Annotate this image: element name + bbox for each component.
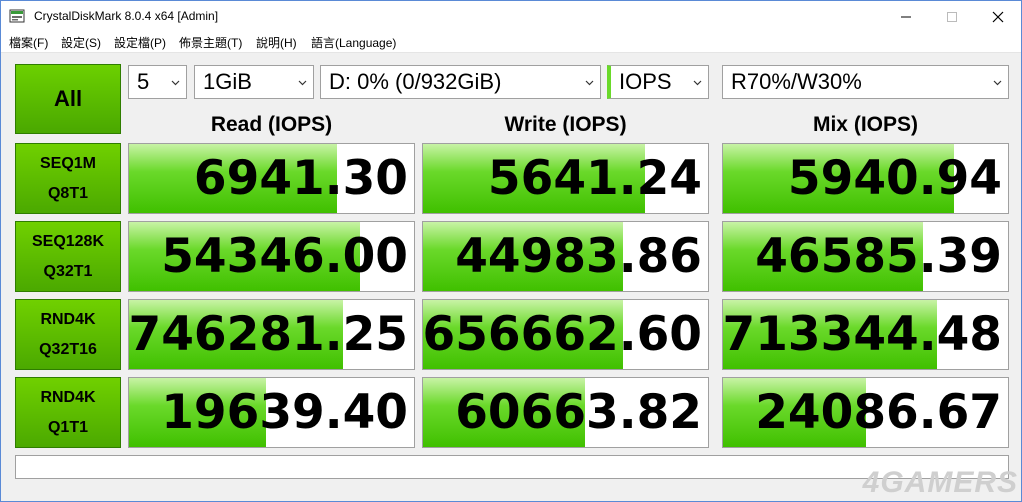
test-button-seq1m-q8t1[interactable]: SEQ1M Q8T1 — [15, 143, 121, 214]
result-mix: 713344.48 — [722, 299, 1009, 370]
result-value: 656662.60 — [422, 307, 702, 362]
test-queue: Q32T16 — [39, 340, 97, 358]
menu-settings[interactable]: 設定(S) — [61, 34, 101, 51]
menu-profile[interactable]: 設定檔(P) — [114, 34, 166, 51]
result-value: 6941.30 — [193, 151, 408, 206]
result-read: 54346.00 — [128, 221, 415, 292]
test-name: SEQ1M — [39, 154, 96, 172]
result-value: 46585.39 — [755, 229, 1002, 284]
test-button-rnd4k-q32t16[interactable]: RND4K Q32T16 — [15, 299, 121, 370]
mix-ratio-select[interactable]: R70%/W30% — [722, 65, 1009, 99]
test-queue: Q32T1 — [43, 262, 93, 280]
test-name: RND4K — [40, 388, 96, 406]
menu-file[interactable]: 檔案(F) — [9, 34, 48, 51]
menu-language[interactable]: 語言(Language) — [311, 34, 396, 51]
result-read: 6941.30 — [128, 143, 415, 214]
result-value: 5641.24 — [487, 151, 702, 206]
result-value: 44983.86 — [455, 229, 702, 284]
minimize-button[interactable] — [883, 1, 929, 32]
result-read: 746281.25 — [128, 299, 415, 370]
result-value: 24086.67 — [755, 385, 1002, 440]
result-write: 60663.82 — [422, 377, 709, 448]
result-write: 5641.24 — [422, 143, 709, 214]
test-size-value: 1GiB — [203, 69, 252, 94]
crystaldiskmark-app-icon — [9, 9, 25, 23]
result-value: 713344.48 — [722, 307, 1002, 362]
result-value: 5940.94 — [787, 151, 1002, 206]
minimize-icon — [901, 16, 911, 17]
comment-input[interactable] — [15, 455, 1009, 479]
maximize-icon — [947, 11, 957, 22]
all-button[interactable]: All — [15, 64, 121, 134]
app-window: CrystalDiskMark 8.0.4 x64 [Admin] 檔案(F) … — [0, 0, 1022, 502]
test-queue: Q1T1 — [47, 418, 88, 436]
result-value: 19639.40 — [161, 385, 408, 440]
watermark-logo: 4GAMERS — [862, 466, 1018, 499]
result-value: 54346.00 — [161, 229, 408, 284]
drive-value: D: 0% (0/932GiB) — [329, 69, 502, 94]
unit-select[interactable]: IOPS — [607, 65, 709, 99]
test-count-value: 5 — [137, 69, 150, 94]
test-queue: Q8T1 — [47, 184, 88, 202]
test-name: RND4K — [40, 310, 96, 328]
chevron-down-icon — [693, 80, 702, 86]
chevron-down-icon — [585, 80, 594, 86]
unit-value: IOPS — [619, 69, 672, 94]
result-write: 656662.60 — [422, 299, 709, 370]
menu-theme[interactable]: 佈景主題(T) — [179, 34, 242, 51]
maximize-button[interactable] — [929, 1, 975, 32]
drive-select[interactable]: D: 0% (0/932GiB) — [320, 65, 601, 99]
test-count-select[interactable]: 5 — [128, 65, 187, 99]
chevron-down-icon — [298, 80, 307, 86]
test-button-rnd4k-q1t1[interactable]: RND4K Q1T1 — [15, 377, 121, 448]
read-column-header: Read (IOPS) — [210, 113, 333, 136]
write-column-header: Write (IOPS) — [504, 113, 627, 136]
close-button[interactable] — [975, 1, 1021, 32]
result-write: 44983.86 — [422, 221, 709, 292]
mix-column-header: Mix (IOPS) — [812, 113, 918, 136]
chevron-down-icon — [993, 80, 1002, 86]
result-read: 19639.40 — [128, 377, 415, 448]
result-mix: 46585.39 — [722, 221, 1009, 292]
chevron-down-icon — [171, 80, 180, 86]
result-value: 60663.82 — [455, 385, 702, 440]
menu-bar: 檔案(F) 設定(S) 設定檔(P) 佈景主題(T) 說明(H) 語言(Lang… — [1, 32, 1021, 53]
window-title: CrystalDiskMark 8.0.4 x64 [Admin] — [34, 9, 219, 23]
result-mix: 5940.94 — [722, 143, 1009, 214]
result-mix: 24086.67 — [722, 377, 1009, 448]
close-icon — [992, 11, 1004, 22]
mix-ratio-value: R70%/W30% — [731, 69, 862, 94]
test-name: SEQ128K — [31, 232, 105, 250]
title-bar: CrystalDiskMark 8.0.4 x64 [Admin] — [1, 1, 1021, 32]
menu-help[interactable]: 說明(H) — [256, 34, 297, 51]
test-size-select[interactable]: 1GiB — [194, 65, 314, 99]
result-value: 746281.25 — [128, 307, 408, 362]
test-button-seq128k-q32t1[interactable]: SEQ128K Q32T1 — [15, 221, 121, 292]
